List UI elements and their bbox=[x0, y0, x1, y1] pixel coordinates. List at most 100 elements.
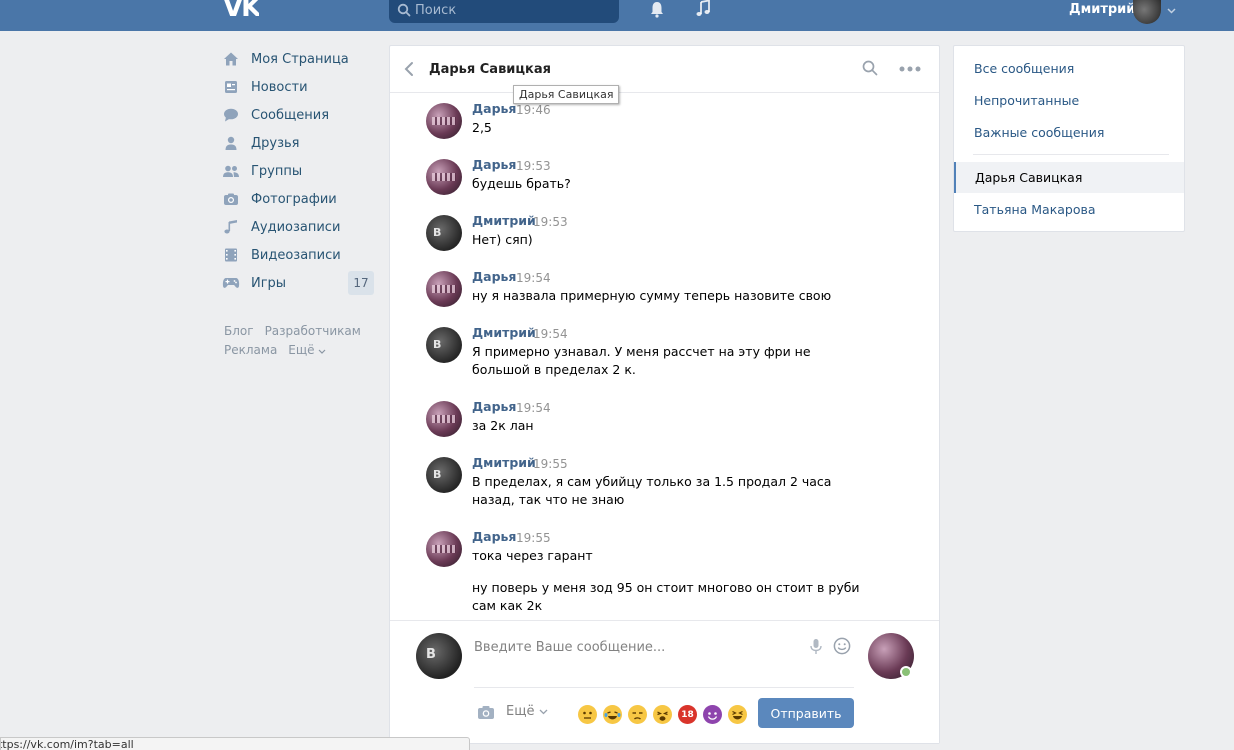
message-time: 19:46 bbox=[516, 103, 551, 117]
search-icon bbox=[397, 3, 411, 17]
sender-avatar[interactable] bbox=[426, 215, 462, 251]
message-author[interactable]: Дарья bbox=[472, 101, 516, 116]
message-author[interactable]: Дмитрий bbox=[472, 455, 536, 470]
chat-header: Дарья Савицкая bbox=[390, 46, 939, 93]
sender-avatar[interactable] bbox=[426, 531, 462, 567]
nav-label: Аудиозаписи bbox=[251, 219, 341, 235]
games-count-badge: 17 bbox=[348, 271, 374, 295]
laughing-face-emoji[interactable] bbox=[728, 705, 747, 724]
message-input[interactable] bbox=[474, 636, 804, 658]
developers-link[interactable]: Разработчикам bbox=[265, 324, 361, 338]
nav-item-games[interactable]: Игры 17 bbox=[222, 269, 374, 297]
header-user-name[interactable]: Дмитрий bbox=[1069, 2, 1135, 17]
nav-label: Моя Страница bbox=[251, 51, 349, 67]
chevron-down-icon[interactable] bbox=[1167, 8, 1176, 14]
message-time: 19:54 bbox=[533, 327, 568, 341]
my-avatar[interactable] bbox=[416, 633, 462, 679]
chevron-down-icon bbox=[539, 709, 548, 715]
friends-icon bbox=[222, 134, 240, 152]
left-footer-links: Блог Разработчикам Реклама Ещё bbox=[224, 322, 384, 360]
nav-item-groups[interactable]: Группы bbox=[222, 157, 374, 185]
message-text: Я примерно узнавал. У меня рассчет на эт… bbox=[472, 344, 811, 377]
nav-label: Группы bbox=[251, 163, 303, 179]
unamused-face-emoji[interactable] bbox=[628, 705, 647, 724]
search-icon[interactable] bbox=[862, 60, 878, 76]
notifications-bell-icon[interactable] bbox=[648, 0, 666, 18]
music-note-icon[interactable] bbox=[694, 0, 712, 18]
more-dots-icon[interactable] bbox=[899, 66, 921, 72]
nav-label: Игры bbox=[251, 275, 287, 291]
message-author[interactable]: Дарья bbox=[472, 157, 516, 172]
message-text: Нет) сяп) bbox=[472, 232, 533, 247]
dialog-tab[interactable]: Татьяна Макарова bbox=[974, 202, 1096, 217]
dialog-tab-active[interactable]: Дарья Савицкая bbox=[954, 162, 1184, 193]
nav-label: Друзья bbox=[251, 135, 300, 151]
sender-avatar[interactable] bbox=[426, 401, 462, 437]
blog-link[interactable]: Блог bbox=[224, 324, 254, 338]
message-text: ну я назвала примерную сумму теперь назо… bbox=[472, 288, 832, 303]
online-status-dot bbox=[900, 666, 912, 678]
top-header: VK Дмитрий bbox=[0, 0, 1234, 31]
video-icon bbox=[222, 246, 240, 264]
smile-icon[interactable] bbox=[833, 637, 851, 655]
title-tooltip: Дарья Савицкая bbox=[513, 85, 620, 104]
microphone-icon[interactable] bbox=[810, 638, 822, 655]
ads-link[interactable]: Реклама bbox=[224, 343, 277, 357]
sender-avatar[interactable] bbox=[426, 327, 462, 363]
sender-avatar[interactable] bbox=[426, 457, 462, 493]
send-button[interactable]: Отправить bbox=[758, 698, 854, 728]
message-author[interactable]: Дмитрий bbox=[472, 325, 536, 340]
message-text: В пределах, я сам убийцу только за 1.5 п… bbox=[472, 474, 832, 507]
message-author[interactable]: Дарья bbox=[472, 529, 516, 544]
tears-of-joy-emoji[interactable] bbox=[603, 705, 622, 724]
groups-icon bbox=[222, 162, 240, 180]
no-under-18-emoji[interactable]: 18 bbox=[678, 705, 697, 724]
search-input[interactable] bbox=[415, 2, 610, 19]
message-author[interactable]: Дмитрий bbox=[472, 213, 536, 228]
music-icon bbox=[222, 218, 240, 236]
message-author[interactable]: Дарья bbox=[472, 269, 516, 284]
filter-all-messages[interactable]: Все сообщения bbox=[974, 61, 1074, 76]
message-author[interactable]: Дарья bbox=[472, 399, 516, 414]
more-footer-link[interactable]: Ещё bbox=[288, 343, 326, 357]
nav-item-news[interactable]: Новости bbox=[222, 73, 374, 101]
message-time: 19:53 bbox=[533, 215, 568, 229]
back-arrow-icon[interactable] bbox=[404, 61, 414, 77]
weary-face-emoji[interactable] bbox=[653, 705, 672, 724]
nav-item-my-page[interactable]: Моя Страница bbox=[222, 45, 374, 73]
message-composer: Ещё 18 Отправить bbox=[390, 620, 939, 743]
no-under-18-label: 18 bbox=[681, 709, 694, 720]
browser-status-bar: https://vk.com/im?tab=all bbox=[0, 737, 470, 750]
emoji-quickbar: 18 bbox=[578, 705, 753, 724]
vk-logo[interactable]: VK bbox=[223, 0, 259, 20]
header-user-avatar[interactable] bbox=[1133, 0, 1161, 24]
attach-more-button[interactable]: Ещё bbox=[506, 704, 548, 719]
composer-divider bbox=[474, 687, 854, 688]
camera-icon bbox=[222, 190, 240, 208]
message-history[interactable]: Дарья 19:46 2,5 Дарья 19:53 будешь брать… bbox=[390, 94, 939, 620]
status-url: https://vk.com/im?tab=all bbox=[0, 738, 134, 750]
nav-item-messages[interactable]: Сообщения bbox=[222, 101, 374, 129]
sender-avatar[interactable] bbox=[426, 103, 462, 139]
message-text: будешь брать? bbox=[472, 176, 571, 191]
filter-unread[interactable]: Непрочитанные bbox=[974, 93, 1079, 108]
chat-panel: Дарья Савицкая Дарья Савицкая Дарья 19:4… bbox=[389, 45, 940, 744]
chat-title[interactable]: Дарья Савицкая bbox=[429, 62, 551, 77]
nav-item-video[interactable]: Видеозаписи bbox=[222, 241, 374, 269]
news-icon bbox=[222, 78, 240, 96]
left-navigation: Моя Страница Новости Сообщения Друзья Гр… bbox=[222, 45, 374, 297]
neutral-face-emoji[interactable] bbox=[578, 705, 597, 724]
filter-important[interactable]: Важные сообщения bbox=[974, 125, 1104, 140]
message-time: 19:55 bbox=[533, 457, 568, 471]
search-box[interactable] bbox=[389, 0, 619, 23]
nav-item-audio[interactable]: Аудиозаписи bbox=[222, 213, 374, 241]
sender-avatar[interactable] bbox=[426, 271, 462, 307]
sender-avatar[interactable] bbox=[426, 159, 462, 195]
camera-icon[interactable] bbox=[477, 705, 495, 720]
more-footer-label: Ещё bbox=[288, 343, 315, 357]
nav-item-friends[interactable]: Друзья bbox=[222, 129, 374, 157]
home-icon bbox=[222, 50, 240, 68]
message-text: тока через гарант bbox=[472, 548, 593, 563]
nav-item-photos[interactable]: Фотографии bbox=[222, 185, 374, 213]
smiling-imp-emoji[interactable] bbox=[703, 705, 722, 724]
